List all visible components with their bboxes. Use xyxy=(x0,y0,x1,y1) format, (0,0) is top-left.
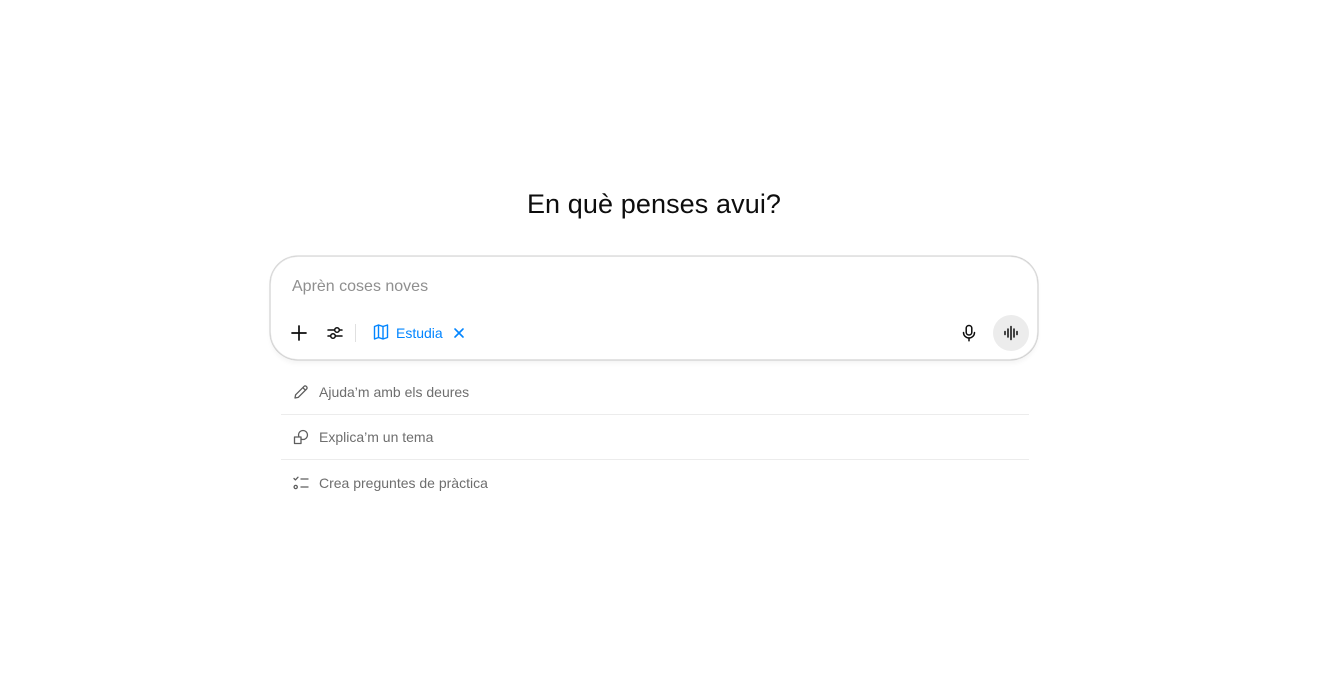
close-icon[interactable] xyxy=(453,327,465,339)
tools-button[interactable] xyxy=(317,315,353,351)
microphone-icon xyxy=(959,323,979,343)
suggestion-list: Ajuda’m amb els deures Explica’m un tema… xyxy=(281,370,1029,505)
page-title: En què penses avui? xyxy=(526,189,782,219)
plus-icon xyxy=(289,323,309,343)
pencil-icon xyxy=(292,383,310,401)
suggestion-homework[interactable]: Ajuda’m amb els deures xyxy=(281,370,1029,415)
voice-mode-button[interactable] xyxy=(993,315,1029,351)
sliders-icon xyxy=(325,323,345,343)
checklist-icon xyxy=(292,474,310,492)
suggestion-explain-topic[interactable]: Explica’m un tema xyxy=(281,415,1029,460)
study-mode-chip[interactable]: Estudia xyxy=(366,319,471,347)
open-book-icon xyxy=(372,323,390,344)
suggestion-practice-questions[interactable]: Crea preguntes de pràctica xyxy=(281,460,1029,505)
shapes-icon xyxy=(292,428,310,446)
prompt-input[interactable] xyxy=(292,275,992,299)
suggestion-label: Ajuda’m amb els deures xyxy=(319,384,470,400)
dictate-button[interactable] xyxy=(951,315,987,351)
suggestion-label: Explica’m un tema xyxy=(319,429,434,445)
voice-waveform-icon xyxy=(1001,323,1021,343)
toolbar-divider xyxy=(355,324,356,342)
suggestion-label: Crea preguntes de pràctica xyxy=(319,474,488,491)
study-mode-label: Estudia xyxy=(396,325,443,341)
add-button[interactable] xyxy=(281,315,317,351)
composer: Estudia xyxy=(270,256,1038,360)
